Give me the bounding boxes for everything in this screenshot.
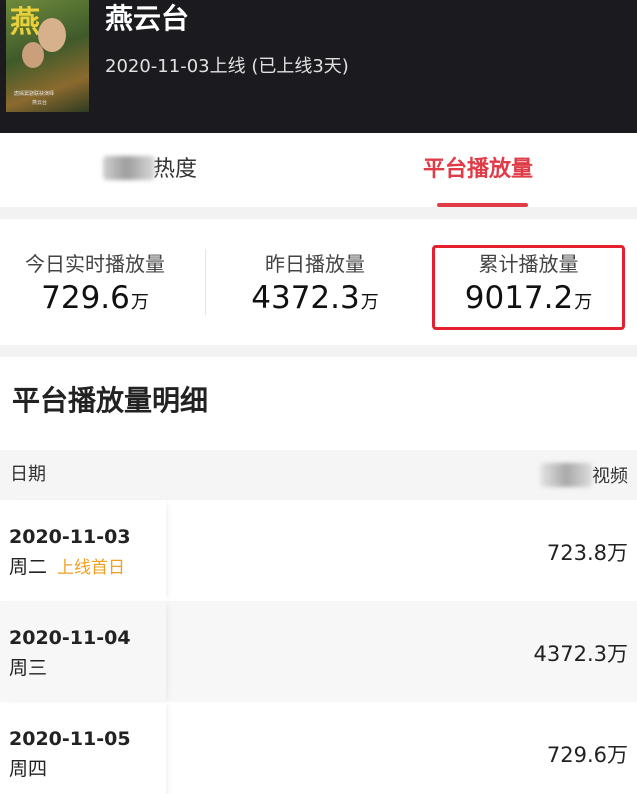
tab-heat[interactable]: 热度 [103, 155, 197, 185]
active-tab-indicator [437, 203, 528, 207]
tab-platform-plays[interactable]: 平台播放量 [423, 155, 533, 185]
stat-divider [205, 249, 206, 315]
table-header: 日期 视频 [0, 450, 637, 500]
column-header-date: 日期 [10, 464, 46, 485]
row-date-cell: 2020-11-03 周二 上线首日 [0, 500, 166, 601]
table-row: 2020-11-03 周二 上线首日 723.8万 [0, 500, 637, 601]
poster-title-glyph: 燕 [10, 5, 40, 40]
row-weekday: 周三 [9, 657, 48, 679]
poster-caption-title: 燕云台 [32, 100, 48, 106]
stat-label: 今日实时播放量 [25, 252, 165, 276]
stat-value: 729.6万 [41, 280, 149, 316]
show-header: 燕 唐嫣窦骁联袂演绎 燕云台 燕云台 2020-11-03上线 (已上线3天) [0, 0, 637, 133]
row-weekday: 周四 [9, 758, 48, 780]
row-date: 2020-11-04 [9, 627, 131, 649]
row-date-cell: 2020-11-04 周三 [0, 601, 166, 702]
poster-caption: 唐嫣窦骁联袂演绎 [14, 91, 55, 97]
detail-section: 平台播放量明细 日期 视频 2020-11-03 周二 上线首日 723.8万 2… [0, 357, 637, 794]
row-date: 2020-11-05 [9, 728, 131, 750]
stat-label: 昨日播放量 [265, 252, 365, 276]
stat-today-realtime: 今日实时播放量 729.6万 [0, 219, 190, 345]
row-value: 4372.3万 [533, 642, 628, 666]
release-info: 2020-11-03上线 (已上线3天) [105, 56, 349, 77]
section-title: 平台播放量明细 [12, 384, 209, 417]
row-value: 723.8万 [546, 541, 628, 565]
highlight-box [432, 245, 625, 330]
poster-figure-female [22, 42, 44, 68]
premiere-badge: 上线首日 [57, 558, 126, 578]
row-value: 729.6万 [546, 743, 628, 767]
tab-heat-label: 热度 [153, 157, 198, 182]
tab-bar: 热度 平台播放量 [0, 133, 637, 207]
stat-yesterday: 昨日播放量 4372.3万 [215, 219, 415, 345]
blurred-platform-logo [540, 463, 592, 487]
poster-image[interactable]: 燕 唐嫣窦骁联袂演绎 燕云台 [6, 0, 89, 112]
row-date: 2020-11-03 [9, 526, 131, 548]
show-title: 燕云台 [105, 2, 190, 35]
table-row: 2020-11-04 周三 4372.3万 [0, 601, 637, 702]
blurred-platform-logo [103, 156, 155, 180]
stat-value: 4372.3万 [251, 280, 379, 316]
row-date-cell: 2020-11-05 周四 [0, 702, 166, 794]
stats-panel: 今日实时播放量 729.6万 昨日播放量 4372.3万 累计播放量 9017.… [0, 219, 637, 345]
column-header-platform: 视频 [540, 463, 628, 489]
table-row: 2020-11-05 周四 729.6万 [0, 702, 637, 794]
row-weekday: 周二 上线首日 [9, 556, 126, 578]
